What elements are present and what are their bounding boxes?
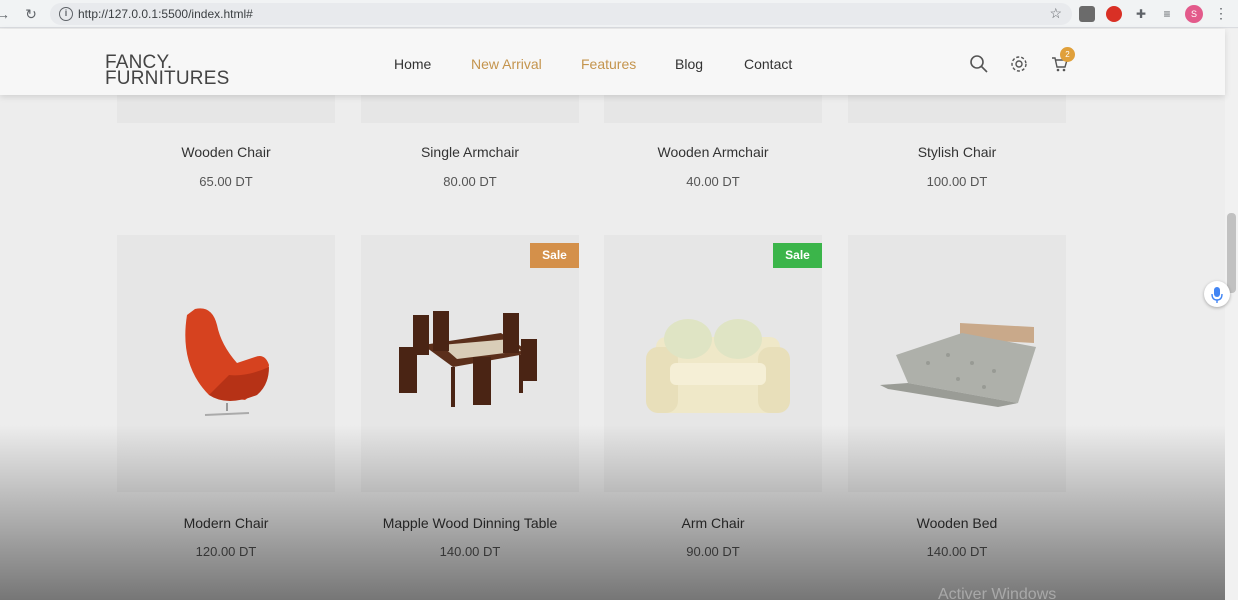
product-price: 80.00 DT [443,174,497,189]
info-icon[interactable]: i [59,7,73,21]
product-name[interactable]: Modern Chair [117,515,335,531]
product-price: 140.00 DT [926,544,988,559]
browser-toolbar: → ↻ i http://127.0.0.1:5500/index.html# … [0,0,1238,28]
product-name[interactable]: Wooden Armchair [604,144,822,160]
product-image[interactable] [117,95,335,123]
profile-avatar[interactable]: S [1185,5,1203,23]
sale-badge: Sale [530,243,579,268]
product-image[interactable] [848,235,1066,492]
site-logo[interactable]: FANCY. FURNITURES [105,53,230,89]
dining-set-icon [399,311,537,407]
sale-badge: Sale [773,243,822,268]
product-image[interactable] [361,95,579,123]
egg-chair-icon [185,308,269,416]
product-price: 120.00 DT [195,544,257,559]
product-image[interactable] [117,235,335,492]
logo-line-2: FURNITURES [105,68,230,89]
windows-activation-watermark: Activer Windows [938,586,1057,600]
url-text[interactable]: http://127.0.0.1:5500/index.html# [78,7,253,21]
address-bar[interactable]: i http://127.0.0.1:5500/index.html# ☆ [50,3,1072,25]
voice-search-mic-icon[interactable] [1204,281,1230,307]
armchair-icon [646,319,790,413]
nav-home[interactable]: Home [394,56,431,72]
product-name[interactable]: Mapple Wood Dinning Table [361,515,579,531]
bookmark-star-icon[interactable]: ☆ [1049,5,1062,22]
nav-blog[interactable]: Blog [675,56,703,72]
product-image[interactable] [604,95,822,123]
product-image[interactable] [848,95,1066,123]
reload-icon[interactable]: ↻ [22,5,40,23]
nav-features[interactable]: Features [581,56,636,72]
product-price: 90.00 DT [686,544,740,559]
nav-new-arrival[interactable]: New Arrival [471,56,542,72]
cart-count-badge: 2 [1060,47,1075,62]
site-header: FANCY. FURNITURES Home New Arrival Featu… [0,29,1225,95]
bed-icon [880,323,1036,407]
puzzle-extensions-icon[interactable]: ✚ [1133,6,1149,22]
menu-kebab-icon[interactable]: ⋮ [1214,5,1228,22]
media-queue-icon[interactable]: ≡ [1159,6,1175,22]
gear-icon[interactable] [1009,54,1029,74]
adblock-extension-icon[interactable] [1106,6,1122,22]
product-name[interactable]: Wooden Bed [848,515,1066,531]
product-name[interactable]: Arm Chair [604,515,822,531]
product-price: 140.00 DT [439,544,501,559]
product-price: 100.00 DT [926,174,988,189]
product-name[interactable]: Wooden Chair [117,144,335,160]
product-price: 65.00 DT [199,174,253,189]
extension-icon[interactable] [1079,6,1095,22]
product-name[interactable]: Single Armchair [361,144,579,160]
back-arrow-icon[interactable]: → [0,5,12,23]
microphone-icon [1211,287,1223,303]
product-price: 40.00 DT [686,174,740,189]
product-image[interactable] [604,235,822,492]
search-icon[interactable] [969,54,989,74]
product-image[interactable] [361,235,579,492]
page-scrollbar[interactable] [1225,29,1238,600]
product-name[interactable]: Stylish Chair [848,144,1066,160]
nav-contact[interactable]: Contact [744,56,792,72]
